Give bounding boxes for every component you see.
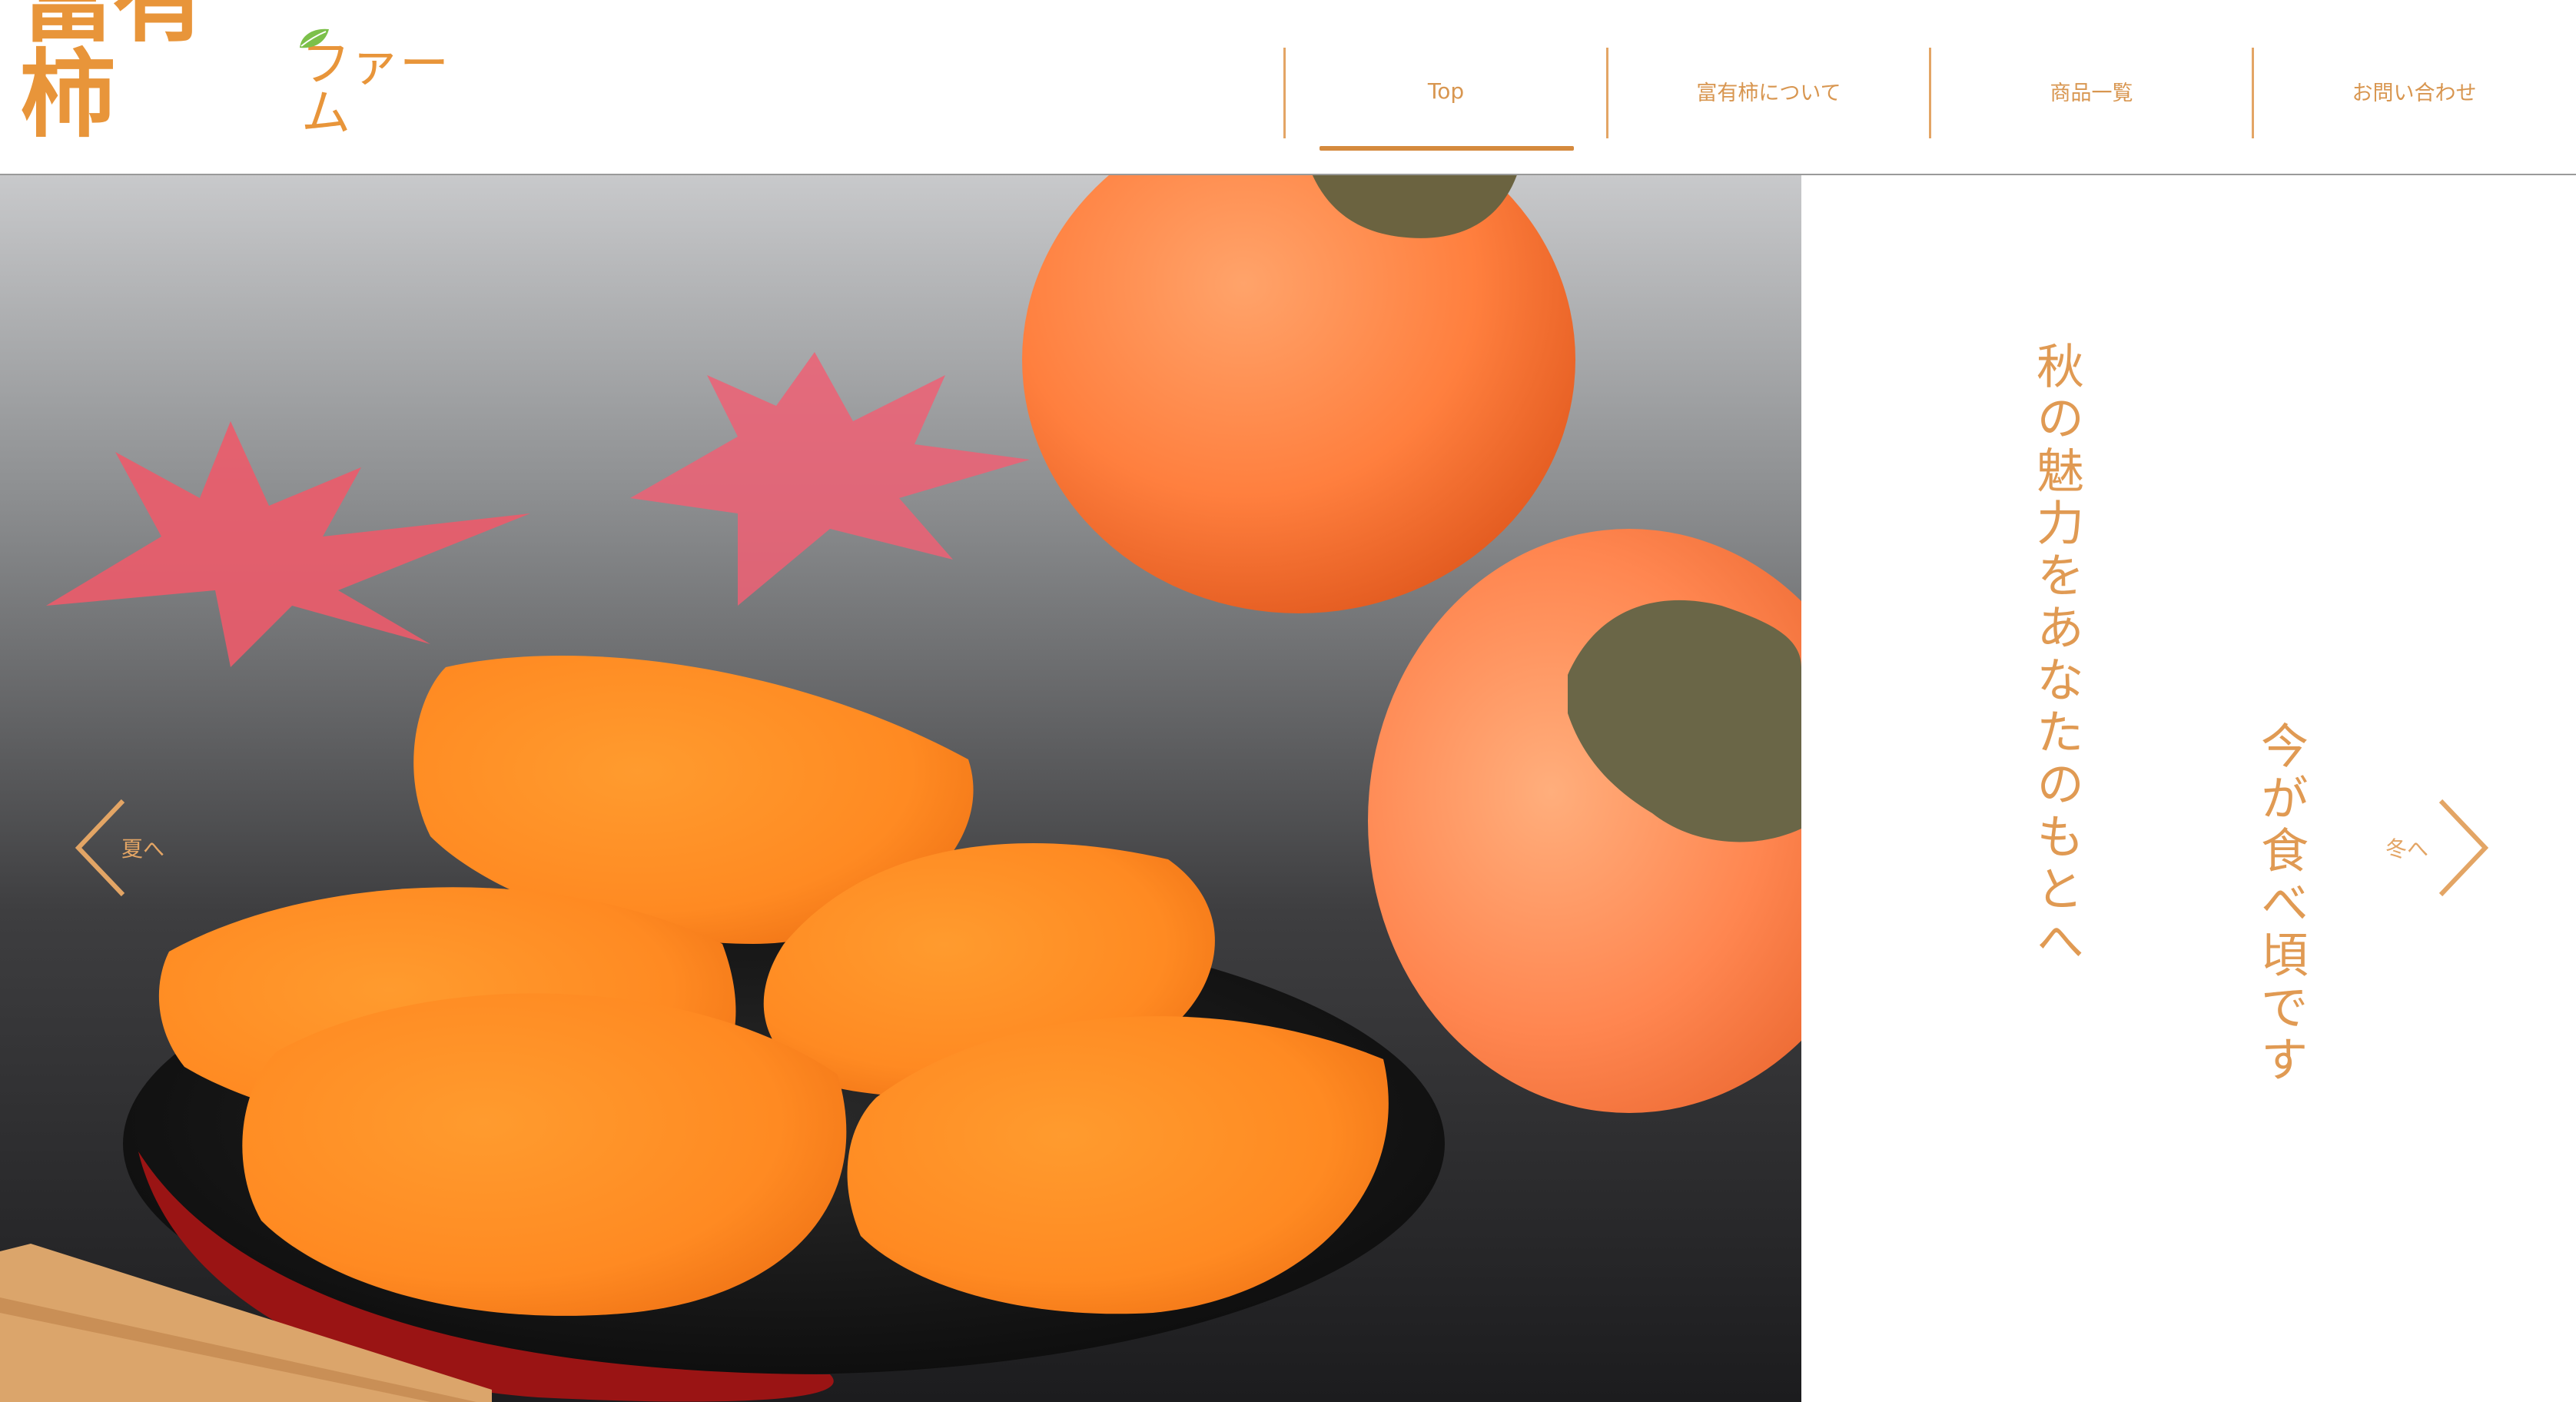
main-nav: Top 富有柿について 商品一覧 お問い合わせ bbox=[1283, 48, 2574, 151]
nav-active-underline bbox=[1320, 146, 1574, 151]
chevron-right-icon bbox=[2438, 799, 2489, 897]
hero-headline: 秋の魅力をあなたのもとへ bbox=[2028, 341, 2084, 968]
prev-slide-button[interactable]: 夏へ bbox=[74, 798, 164, 898]
chevron-left-icon bbox=[75, 799, 125, 897]
nav-item-products[interactable]: 商品一覧 bbox=[1929, 48, 2252, 138]
nav-item-top[interactable]: Top bbox=[1283, 48, 1606, 151]
nav-item-contact[interactable]: お問い合わせ bbox=[2252, 48, 2574, 138]
leaf-icon bbox=[300, 28, 329, 48]
page: 富有柿 ファーム Top 富有柿について 商品一覧 お問い合わせ bbox=[0, 0, 2576, 1402]
next-slide-label: 冬へ bbox=[2385, 836, 2429, 862]
site-logo[interactable]: 富有柿 ファーム bbox=[20, 0, 496, 143]
site-header: 富有柿 ファーム Top 富有柿について 商品一覧 お問い合わせ bbox=[0, 0, 2576, 175]
nav-item-label: Top bbox=[1427, 78, 1465, 104]
logo-sub-text: ファーム bbox=[300, 36, 449, 142]
hero-photo bbox=[0, 175, 1801, 1402]
nav-item-about[interactable]: 富有柿について bbox=[1606, 48, 1929, 138]
next-slide-button[interactable]: 冬へ bbox=[2385, 798, 2490, 898]
nav-item-label: お問い合わせ bbox=[2352, 81, 2477, 105]
hero-slider: 秋の魅力をあなたのもとへ 今が食べ頃です 夏へ 冬へ bbox=[0, 175, 2576, 1402]
prev-slide-label: 夏へ bbox=[121, 836, 165, 862]
nav-item-label: 富有柿について bbox=[1696, 81, 1841, 105]
hero-subline: 今が食べ頃です bbox=[2252, 721, 2309, 1087]
logo-main-text: 富有柿 bbox=[20, 0, 207, 151]
nav-item-label: 商品一覧 bbox=[2050, 81, 2133, 105]
